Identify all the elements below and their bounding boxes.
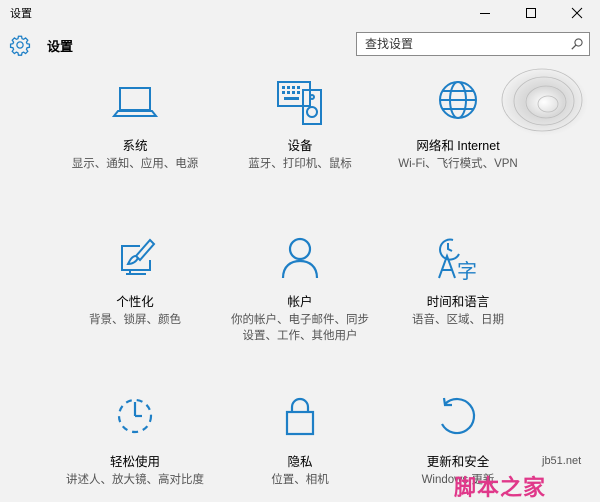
- tile-title: 隐私: [287, 455, 313, 469]
- tile-description: 讲述人、放大镜、高对比度: [66, 474, 204, 486]
- tile-description: 位置、相机: [271, 474, 329, 486]
- watermark-logo: jb51.net 脚本之家: [452, 452, 600, 501]
- tile-title: 设备: [287, 139, 313, 153]
- tile-description: 显示、通知、应用、电源: [71, 158, 199, 170]
- tile-devices[interactable]: 设备 蓝牙、打印机、鼠标: [230, 80, 370, 180]
- tile-title: 网络和 Internet: [416, 139, 500, 153]
- close-button[interactable]: [554, 0, 600, 26]
- window-title: 设置: [10, 8, 32, 20]
- tile-description: 背景、锁屏、颜色: [89, 314, 181, 326]
- maximize-icon: [526, 8, 536, 18]
- title-bar: 设置: [0, 0, 600, 26]
- tile-privacy[interactable]: 隐私 位置、相机: [230, 396, 370, 496]
- tile-time-language[interactable]: 字 时间和语言 语音、区域、日期: [388, 236, 528, 336]
- app-header: 设置: [0, 26, 600, 64]
- tile-title: 时间和语言: [426, 295, 490, 309]
- tile-network[interactable]: 网络和 Internet Wi-Fi、飞行模式、VPN: [388, 80, 528, 180]
- tile-description: 蓝牙、打印机、鼠标: [248, 158, 352, 170]
- minimize-button[interactable]: [462, 0, 508, 26]
- tile-title: 个性化: [116, 295, 154, 309]
- svg-text:字: 字: [457, 259, 477, 283]
- watermark-brand-text: 脚本之家: [454, 476, 547, 501]
- tile-description: 你的帐户、电子邮件、同步设置、工作、其他用户: [231, 314, 369, 342]
- search-box[interactable]: [356, 32, 590, 56]
- tile-ease-of-access[interactable]: 轻松使用 讲述人、放大镜、高对比度: [65, 396, 205, 496]
- gear-icon: [9, 35, 31, 56]
- keyboard-speaker-icon: [277, 81, 322, 125]
- tile-description: 语音、区域、日期: [412, 314, 504, 326]
- maximize-button[interactable]: [508, 0, 554, 26]
- clock-language-icon: 字: [438, 238, 477, 283]
- refresh-icon: [441, 397, 476, 435]
- globe-icon: [439, 81, 477, 119]
- watermark-site-text: jb51.net: [542, 455, 582, 467]
- page-title: 设置: [47, 39, 74, 54]
- minimize-icon: [480, 13, 490, 14]
- person-icon: [281, 237, 319, 279]
- tile-accounts[interactable]: 帐户 你的帐户、电子邮件、同步设置、工作、其他用户: [230, 236, 370, 346]
- tile-title: 系统: [122, 139, 148, 153]
- close-icon: [571, 7, 583, 19]
- paint-brush-icon: [121, 238, 156, 275]
- tile-personalization[interactable]: 个性化 背景、锁屏、颜色: [65, 236, 205, 336]
- tile-description: Wi-Fi、飞行模式、VPN: [398, 158, 518, 170]
- ease-of-access-timer-icon: [117, 398, 153, 434]
- tile-title: 轻松使用: [109, 455, 160, 469]
- tile-title: 帐户: [287, 295, 313, 309]
- tile-system[interactable]: 系统 显示、通知、应用、电源: [65, 80, 205, 180]
- search-icon[interactable]: [570, 37, 584, 51]
- lock-icon: [285, 397, 315, 436]
- laptop-icon: [111, 87, 159, 117]
- search-input[interactable]: [357, 33, 570, 55]
